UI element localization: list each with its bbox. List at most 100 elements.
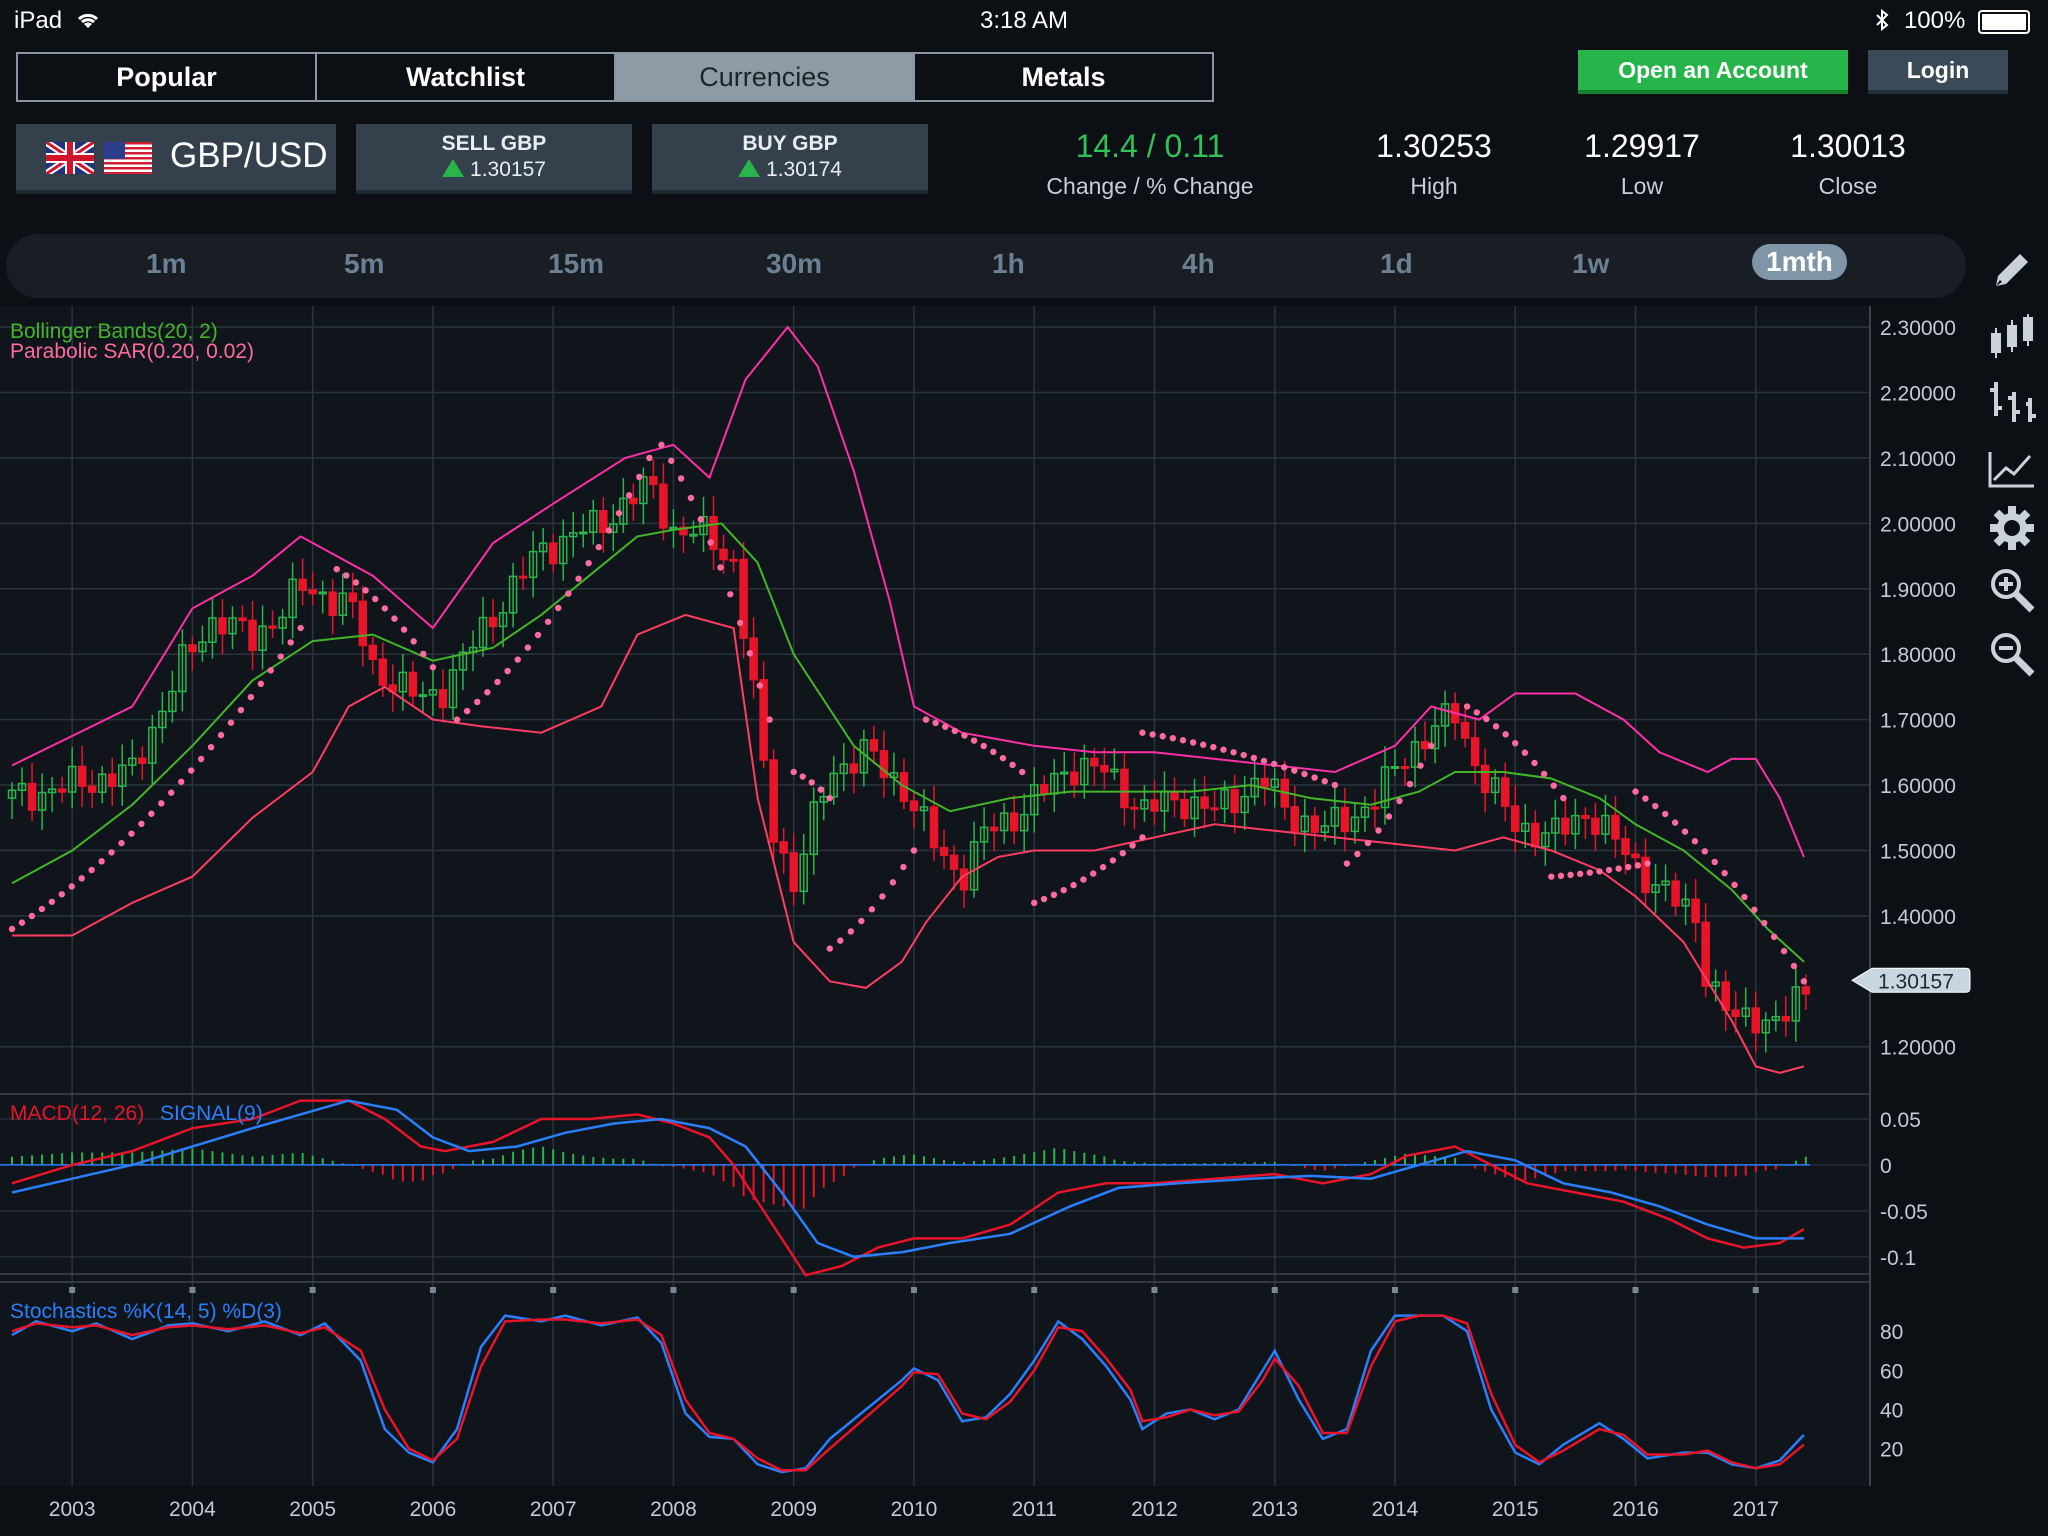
status-right: 100% xyxy=(1875,7,2030,35)
candle-body xyxy=(368,644,378,660)
sar-dot xyxy=(68,883,75,890)
sar-dot xyxy=(1230,749,1237,756)
candle-body xyxy=(1751,1007,1761,1034)
candle-body xyxy=(1370,806,1380,810)
candle-body xyxy=(1460,721,1470,739)
buy-button[interactable]: BUY GBP 1.30174 xyxy=(652,124,928,194)
timeframe-1mth[interactable]: 1mth xyxy=(1752,244,1847,280)
sar-dot xyxy=(1364,839,1372,847)
sar-dot xyxy=(1540,770,1548,778)
sar-dot xyxy=(605,527,613,534)
candlestick-icon[interactable] xyxy=(1986,310,2038,362)
sar-dot xyxy=(1375,827,1382,834)
timeframe-4h[interactable]: 4h xyxy=(1182,248,1215,280)
macd-tick-label: -0.05 xyxy=(1880,1201,1928,1224)
candle-body xyxy=(719,548,728,561)
timeframe-30m[interactable]: 30m xyxy=(766,248,822,280)
candle-body xyxy=(107,773,117,788)
sell-button[interactable]: SELL GBP 1.30157 xyxy=(356,124,632,194)
candle-body xyxy=(188,644,197,653)
sar-dot xyxy=(18,919,26,926)
sar-dot xyxy=(707,539,714,546)
candle-body xyxy=(959,868,969,891)
sar-dot xyxy=(555,604,562,612)
sar-dot xyxy=(1780,947,1788,955)
candle-body xyxy=(518,575,528,579)
sar-dot xyxy=(575,575,582,582)
low-label: Low xyxy=(1620,173,1664,199)
candle-body xyxy=(1671,880,1680,907)
open-account-button[interactable]: Open an Account xyxy=(1578,50,1848,94)
price-tick-label: 1.70000 xyxy=(1880,710,1956,733)
timeframe-15m[interactable]: 15m xyxy=(548,248,604,280)
sar-dot xyxy=(999,754,1007,762)
sar-dot xyxy=(1385,813,1393,820)
x-tick-label: 2003 xyxy=(49,1498,96,1521)
x-tick-label: 2007 xyxy=(530,1498,577,1521)
zoom-out-icon[interactable] xyxy=(1986,628,2038,680)
us-flag-icon xyxy=(104,142,152,174)
candle-body xyxy=(749,637,758,681)
sar-dot xyxy=(1625,863,1632,871)
pencil-icon[interactable] xyxy=(1986,244,2038,296)
sar-dot xyxy=(687,494,695,502)
price-tick-label: 1.60000 xyxy=(1880,775,1956,798)
sar-dot xyxy=(1550,782,1557,789)
candle-body xyxy=(929,806,939,849)
candle-body xyxy=(1039,784,1049,795)
close-value: 1.30013 xyxy=(1790,128,1906,164)
sar-dot xyxy=(534,631,542,639)
gear-icon[interactable] xyxy=(1986,502,2038,554)
candle-body xyxy=(578,531,588,535)
candle-body xyxy=(308,589,317,595)
sar-dot xyxy=(474,698,481,706)
timeframe-5m[interactable]: 5m xyxy=(344,248,384,280)
zoom-in-icon[interactable] xyxy=(1986,564,2038,616)
x-tick-label: 2014 xyxy=(1372,1498,1419,1521)
candle-body xyxy=(1531,822,1540,848)
tab-currencies[interactable]: Currencies xyxy=(616,54,915,100)
stochastics-tick-label: 80 xyxy=(1880,1321,1903,1344)
sar-dot xyxy=(697,516,704,523)
sar-dot xyxy=(1531,759,1538,767)
timeframe-1h[interactable]: 1h xyxy=(992,248,1025,280)
sar-dot xyxy=(514,656,521,663)
pair-name: GBP/USD xyxy=(170,136,328,175)
tab-watchlist[interactable]: Watchlist xyxy=(317,54,616,100)
sar-dot xyxy=(138,820,145,828)
timeframe-1w[interactable]: 1w xyxy=(1572,248,1609,280)
tab-popular[interactable]: Popular xyxy=(18,54,317,100)
sar-dot xyxy=(1576,870,1584,878)
line-chart-icon[interactable] xyxy=(1986,442,2038,494)
low-value: 1.29917 xyxy=(1584,128,1700,164)
sar-dot xyxy=(1770,933,1778,941)
candle-body xyxy=(27,782,37,811)
bar-chart-icon[interactable] xyxy=(1986,376,2038,428)
sar-dot xyxy=(1711,858,1718,866)
x-tick-label: 2013 xyxy=(1251,1498,1298,1521)
x-tick-label: 2008 xyxy=(650,1498,697,1521)
high-stat: 1.30253 High xyxy=(1364,128,1504,200)
candle-body xyxy=(1090,757,1099,767)
sar-dot xyxy=(799,773,806,780)
sar-dot xyxy=(900,863,907,871)
candle-body xyxy=(488,616,498,628)
sar-dot xyxy=(1139,834,1146,841)
sar-label: Parabolic SAR(0.20, 0.02) xyxy=(10,340,254,363)
timeframe-1d[interactable]: 1d xyxy=(1380,248,1413,280)
sar-dot xyxy=(1301,770,1308,778)
sar-dot xyxy=(257,680,265,688)
instrument-selector[interactable]: GBP/USD xyxy=(16,124,336,194)
timeframe-1m[interactable]: 1m xyxy=(146,248,186,280)
candle-body xyxy=(989,826,999,832)
sar-dot xyxy=(1721,869,1728,877)
login-button[interactable]: Login xyxy=(1868,50,2008,94)
candle-body xyxy=(1310,815,1320,833)
sar-dot xyxy=(453,716,461,723)
price-chart[interactable]: 2003 2004 2005 2006 2007 2008 2009 2010 2011 2012… xyxy=(0,306,1980,1536)
macd-tick-label: 0.05 xyxy=(1880,1109,1921,1132)
tab-metals[interactable]: Metals xyxy=(915,54,1212,100)
candle-body xyxy=(769,759,778,843)
sar-dot xyxy=(333,565,340,573)
sar-dot xyxy=(1642,795,1649,802)
